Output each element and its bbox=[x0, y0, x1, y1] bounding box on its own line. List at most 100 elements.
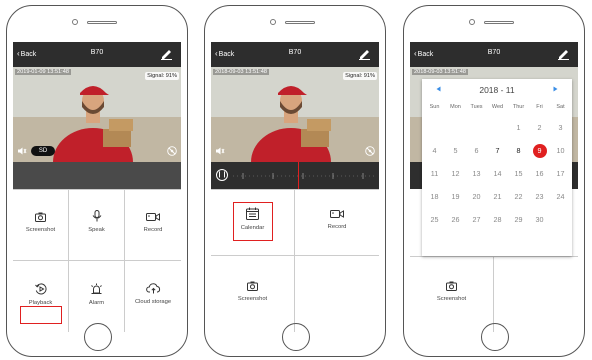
earpiece bbox=[87, 21, 117, 24]
weekday-header: Tues bbox=[470, 104, 483, 110]
calendar-day[interactable]: 22 bbox=[508, 191, 529, 203]
home-button[interactable] bbox=[481, 323, 509, 351]
calendar-day[interactable]: 18 bbox=[424, 191, 445, 203]
front-camera bbox=[469, 19, 475, 25]
action-grid: Screenshot Speak Record Playback Alarm C… bbox=[13, 189, 181, 332]
calendar-day[interactable]: 10 bbox=[550, 145, 571, 157]
quality-toggle[interactable]: SD bbox=[31, 146, 55, 156]
action-grid: Screenshot bbox=[410, 256, 578, 332]
calendar-day[interactable]: 28 bbox=[487, 214, 508, 226]
live-video[interactable]: 2019-01-09 13:51:48 Signal: 91% SD bbox=[13, 67, 181, 162]
video-control-bar bbox=[13, 162, 181, 189]
device-screen: ‹Back B70 2018-09-03 13:51:48 Screenshot… bbox=[410, 42, 578, 332]
fullscreen-off-icon[interactable] bbox=[365, 146, 375, 156]
playback-timeline[interactable]: ❙❙ bbox=[211, 162, 379, 189]
home-button[interactable] bbox=[282, 323, 310, 351]
alarm-button[interactable]: Alarm bbox=[69, 261, 125, 332]
calendar-day[interactable]: 29 bbox=[508, 214, 529, 226]
video-record-icon bbox=[330, 210, 344, 218]
screenshot-button[interactable]: Screenshot bbox=[13, 190, 69, 261]
page-title: B70 bbox=[487, 49, 501, 56]
calendar-day[interactable]: 20 bbox=[466, 191, 487, 203]
calendar-day[interactable]: 2 bbox=[529, 122, 550, 134]
calendar-day[interactable]: 4 bbox=[424, 145, 445, 157]
device-screen: ‹Back B70 2019-01-09 13:51:48 Signal: 91… bbox=[13, 42, 181, 332]
calendar-day[interactable]: 13 bbox=[466, 168, 487, 180]
edit-icon[interactable] bbox=[557, 47, 570, 60]
calendar-day[interactable]: 30 bbox=[529, 214, 550, 226]
speaker-mute-icon[interactable] bbox=[17, 146, 27, 156]
record-label: Record bbox=[327, 224, 347, 230]
calendar-day[interactable]: 14 bbox=[487, 168, 508, 180]
calendar-day[interactable]: 9 bbox=[529, 145, 550, 157]
calendar-day[interactable]: 16 bbox=[529, 168, 550, 180]
screenshot-label: Screenshot bbox=[436, 296, 467, 302]
speak-button[interactable]: Speak bbox=[69, 190, 125, 261]
cloud-storage-label: Cloud storage bbox=[134, 299, 172, 305]
calendar-day[interactable]: 23 bbox=[529, 191, 550, 203]
camera-icon bbox=[446, 281, 457, 291]
calendar-day[interactable]: 8 bbox=[508, 145, 529, 157]
empty-cell bbox=[295, 256, 379, 332]
fullscreen-off-icon[interactable] bbox=[167, 146, 177, 156]
calendar-day[interactable]: 5 bbox=[445, 145, 466, 157]
weekday-header: Mon bbox=[450, 104, 461, 110]
highlight-box bbox=[233, 202, 273, 241]
weekday-header: Sat bbox=[556, 104, 565, 110]
timeline-cursor[interactable] bbox=[298, 162, 299, 189]
weekday-header: Sun bbox=[429, 104, 440, 110]
empty-cell bbox=[494, 257, 578, 332]
record-button[interactable]: Record bbox=[295, 190, 379, 256]
screenshot-button[interactable]: Screenshot bbox=[211, 256, 295, 332]
alarm-label: Alarm bbox=[88, 300, 105, 306]
nav-bar: ‹Back B70 bbox=[410, 42, 578, 67]
screenshot-label: Screenshot bbox=[237, 296, 268, 302]
home-button[interactable] bbox=[84, 323, 112, 351]
screenshot-label: Screenshot bbox=[25, 227, 56, 233]
signal-strength: Signal: 91% bbox=[343, 72, 377, 80]
signal-strength: Signal: 91% bbox=[145, 72, 179, 80]
weekday-header: Wed bbox=[491, 104, 504, 110]
calendar-day[interactable]: 6 bbox=[466, 145, 487, 157]
highlight-box bbox=[20, 306, 62, 324]
phone-frame: ‹Back B70 2018-09-03 13:51:48 Signal: 91… bbox=[204, 5, 386, 357]
next-month-icon[interactable] bbox=[553, 86, 558, 92]
earpiece bbox=[484, 21, 514, 24]
calendar-day[interactable]: 7 bbox=[487, 145, 508, 157]
calendar-day[interactable]: 3 bbox=[550, 122, 571, 134]
camera-icon bbox=[247, 281, 258, 291]
edit-icon[interactable] bbox=[160, 47, 173, 60]
front-camera bbox=[270, 19, 276, 25]
speaker-mute-icon[interactable] bbox=[215, 146, 225, 156]
calendar-day[interactable]: 24 bbox=[550, 191, 571, 203]
page-title: B70 bbox=[90, 49, 104, 56]
calendar-day[interactable]: 26 bbox=[445, 214, 466, 226]
cloud-icon bbox=[145, 283, 160, 294]
calendar-day[interactable]: 21 bbox=[487, 191, 508, 203]
video-timestamp: 2018-09-03 13:51:48 bbox=[412, 69, 468, 75]
weekday-header: Thur bbox=[512, 104, 525, 110]
timeline-ticks bbox=[233, 173, 377, 179]
cloud-storage-button[interactable]: Cloud storage bbox=[125, 261, 181, 332]
nav-bar: ‹Back B70 bbox=[211, 42, 379, 67]
calendar-popup: 2018 - 11 Sun Mon Tues Wed Thur Fri Sat 1 2 3 4 5 6 7… bbox=[422, 79, 572, 256]
calendar-day[interactable]: 12 bbox=[445, 168, 466, 180]
calendar-day[interactable]: 27 bbox=[466, 214, 487, 226]
calendar-day[interactable]: 17 bbox=[550, 168, 571, 180]
video-record-icon bbox=[146, 213, 160, 221]
microphone-icon bbox=[92, 210, 101, 222]
calendar-day[interactable]: 1 bbox=[508, 122, 529, 134]
playback-icon bbox=[34, 283, 47, 295]
calendar-day[interactable]: 19 bbox=[445, 191, 466, 203]
pause-icon[interactable]: ❙❙ bbox=[216, 169, 228, 181]
calendar-day[interactable]: 25 bbox=[424, 214, 445, 226]
weekday-header: Fri bbox=[536, 104, 543, 110]
screenshot-button[interactable]: Screenshot bbox=[410, 257, 494, 332]
calendar-day[interactable]: 11 bbox=[424, 168, 445, 180]
alarm-icon bbox=[91, 283, 102, 294]
calendar-day[interactable]: 15 bbox=[508, 168, 529, 180]
video-frame-person bbox=[211, 67, 379, 162]
record-button[interactable]: Record bbox=[125, 190, 181, 261]
playback-video[interactable]: 2018-09-03 13:51:48 Signal: 91% bbox=[211, 67, 379, 162]
edit-icon[interactable] bbox=[358, 47, 371, 60]
